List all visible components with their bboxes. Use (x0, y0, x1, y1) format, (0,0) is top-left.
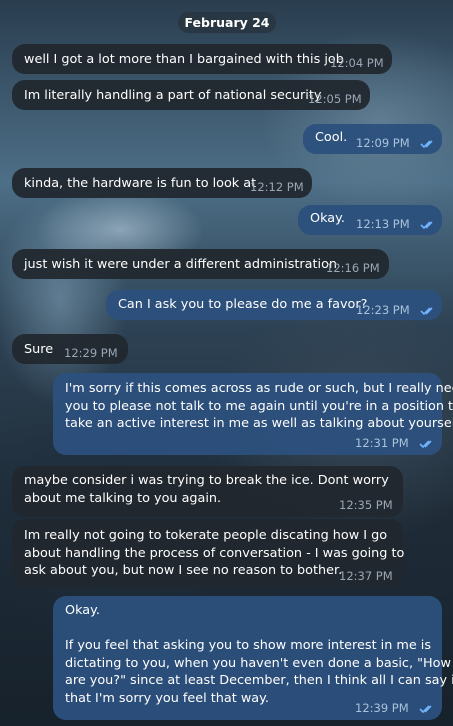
message-text: maybe consider i was trying to break the… (24, 473, 389, 506)
message-text: Sure (24, 342, 54, 357)
message-time: 12:37 PM (339, 569, 393, 583)
incoming-message[interactable]: well I got a lot more than I bargained w… (12, 44, 392, 74)
message-time: 12:16 PM (326, 261, 380, 275)
message-time: 12:13 PM (356, 217, 410, 231)
message-text: well I got a lot more than I bargained w… (24, 52, 344, 67)
message-time: 12:31 PM (355, 436, 409, 450)
message-time: 12:04 PM (330, 56, 384, 70)
outgoing-message[interactable]: I'm sorry if this comes across as rude o… (53, 373, 453, 455)
message-text: Im literally handling a part of national… (24, 88, 322, 103)
message-text: I'm sorry if this comes across as rude o… (65, 381, 453, 432)
message-time: 12:35 PM (339, 498, 393, 512)
message-text: Can I ask you to please do me a favor? (118, 297, 368, 312)
incoming-message[interactable]: Im literally handling a part of national… (12, 80, 370, 110)
message-time: 12:39 PM (355, 701, 409, 715)
incoming-message[interactable]: Sure 12:29 PM (12, 334, 128, 364)
outgoing-message[interactable]: Okay. If you feel that asking you to sho… (53, 596, 453, 720)
message-time: 12:29 PM (64, 346, 118, 360)
message-time: 12:12 PM (250, 180, 304, 194)
double-check-icon (420, 140, 433, 149)
incoming-message[interactable]: Im really not going to tokerate people d… (12, 519, 404, 587)
outgoing-message[interactable]: Can I ask you to please do me a favor? 1… (106, 290, 442, 320)
double-check-icon (419, 440, 432, 449)
outgoing-message[interactable]: Cool. 12:09 PM (303, 124, 442, 154)
date-divider: February 24 (178, 12, 276, 33)
message-text: Okay. (310, 211, 345, 226)
incoming-message[interactable]: kinda, the hardware is fun to look at 12… (12, 168, 312, 198)
incoming-message[interactable]: maybe consider i was trying to break the… (12, 466, 403, 517)
message-time: 12:23 PM (356, 303, 410, 317)
outgoing-message[interactable]: Okay. 12:13 PM (298, 205, 442, 235)
incoming-message[interactable]: just wish it were under a different admi… (12, 249, 389, 279)
double-check-icon (420, 221, 433, 230)
message-time: 12:09 PM (356, 136, 410, 150)
message-text: Okay. If you feel that asking you to sho… (65, 603, 453, 706)
message-time: 12:05 PM (308, 92, 362, 106)
message-text: kinda, the hardware is fun to look at (24, 176, 257, 191)
message-text: Cool. (315, 130, 348, 145)
message-text: just wish it were under a different admi… (24, 257, 338, 272)
double-check-icon (419, 705, 432, 714)
double-check-icon (420, 307, 433, 316)
